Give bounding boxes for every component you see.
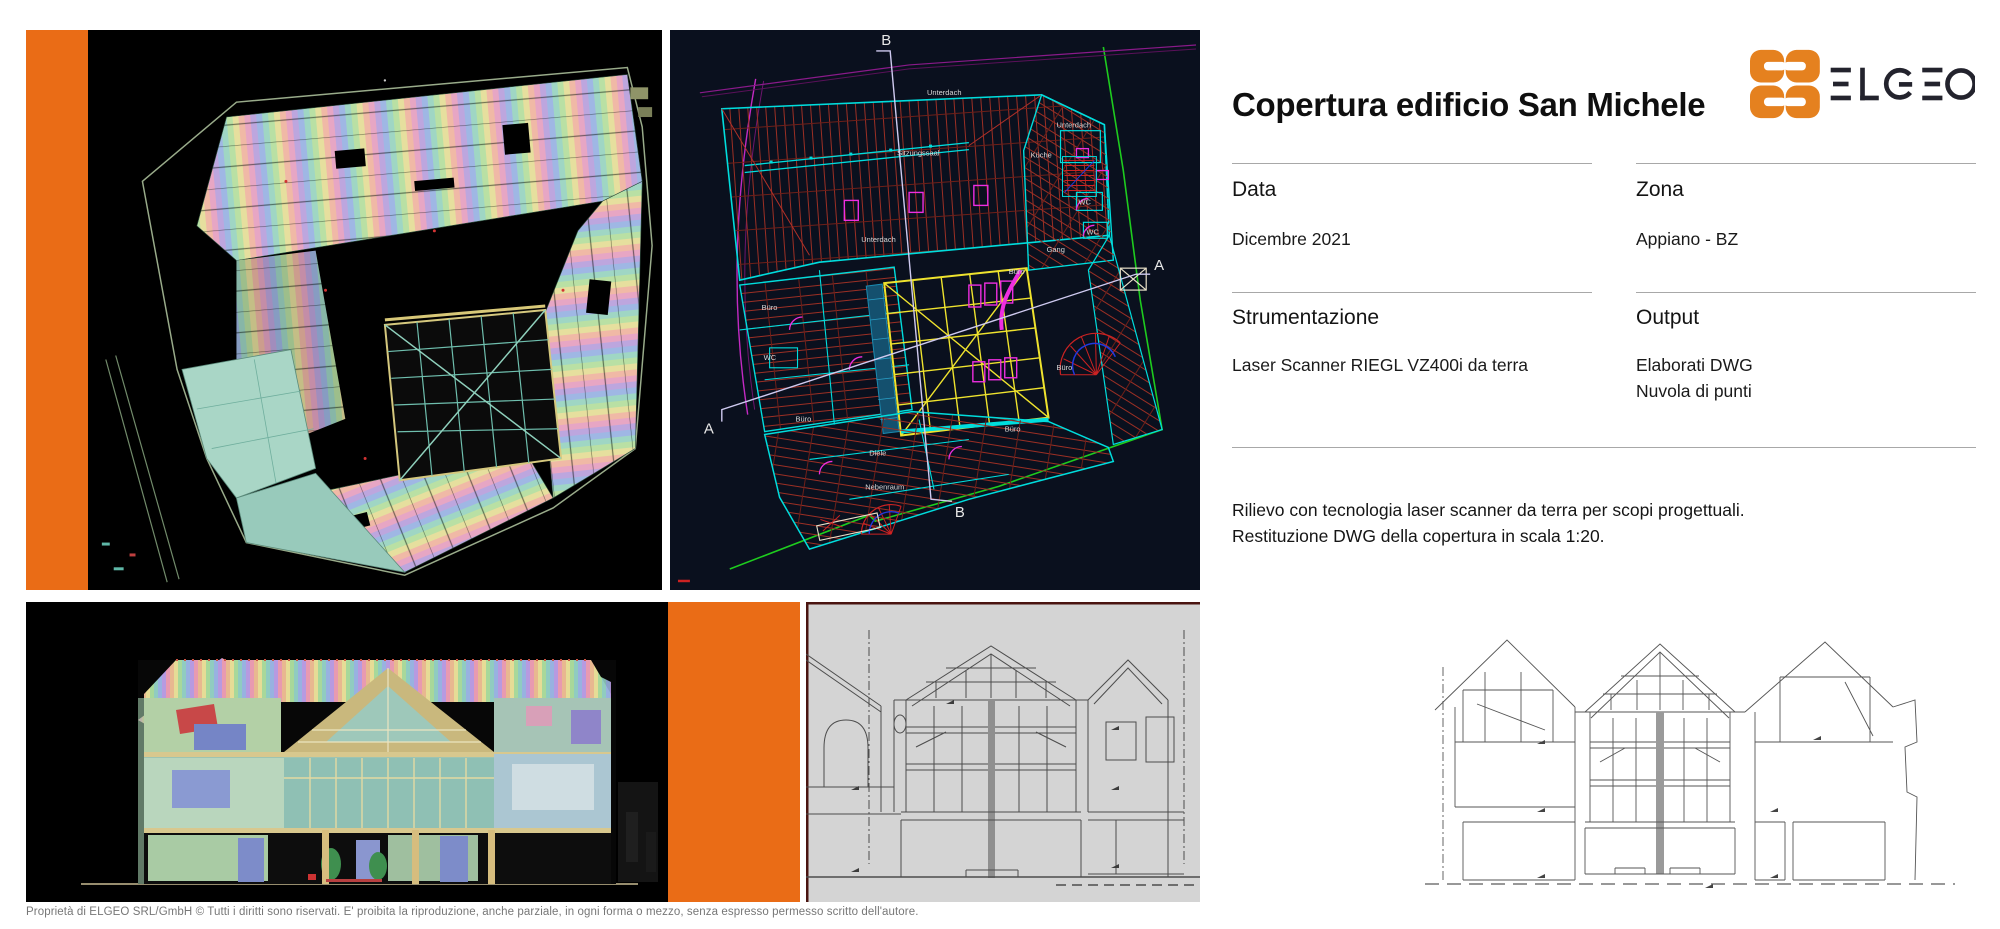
logo-wordmark [1831,68,1975,101]
room-label: Unterdach [861,235,895,244]
divider-output [1636,292,1976,293]
output-value-line1: Elaborati DWG [1636,352,1753,378]
section-marker-a-right: A [1154,257,1164,274]
section-marker-b-top: B [881,32,891,49]
logo-mark-icon [1750,50,1820,118]
pointcloud-section-svg [26,602,668,902]
zona-value: Appiano - BZ [1636,226,1738,252]
building-section [138,658,616,884]
dwg-roof-plan-svg: B B A A Unterdach Sitzungssaal Unterdach… [670,30,1200,590]
strumentazione-label: Strumentazione [1232,306,1379,330]
page-title: Copertura edificio San Michele [1232,86,1705,124]
room-label: Büro [1057,363,1073,372]
panel-border-left [806,602,809,902]
room-label: Küche [1031,151,1052,160]
room-label: Unterdach [1057,121,1091,130]
accent-bar-top-left [26,30,88,590]
strumentazione-value: Laser Scanner RIEGL VZ400i da terra [1232,352,1528,378]
courtyard-skylight [385,306,561,480]
data-value: Dicembre 2021 [1232,226,1351,252]
divider-zona [1636,163,1976,164]
room-label: Nebenraum [865,482,904,491]
output-label: Output [1636,306,1699,330]
dwg-section-gray-image [806,602,1200,902]
page: { "header": { "title": "Copertura edific… [0,0,2000,929]
room-label: Unterdach [927,88,961,97]
dwg-section-white-svg [1425,612,1960,918]
copyright-text: Proprietà di ELGEO SRL/GmbH © Tutti i di… [26,906,919,918]
panel-border-top [806,602,1200,605]
room-label: Büro [796,415,812,424]
accent-bar-bottom [668,602,800,902]
output-value-line2: Nuvola di punti [1636,378,1752,404]
section-marker-b-bottom: B [955,504,965,521]
room-label: Büro [762,303,778,312]
pointcloud-roof-svg [88,30,662,590]
room-label: Sitzungssaal [897,149,940,158]
description-line2: Restituzione DWG della copertura in scal… [1232,526,1605,547]
dwg-roof-plan-image: B B A A Unterdach Sitzungssaal Unterdach… [670,30,1200,590]
divider-strumentazione [1232,292,1592,293]
room-label: WC [1078,197,1091,206]
data-label: Data [1232,178,1276,202]
pointcloud-roof-image [88,30,662,590]
zona-label: Zona [1636,178,1684,202]
dwg-section-gray-svg [806,602,1200,902]
room-label: WC [764,353,777,362]
divider-full [1232,447,1976,448]
section-marker-a-left: A [704,421,714,438]
divider-data [1232,163,1592,164]
room-label: Diele [869,448,886,457]
room-label: WC [1086,227,1099,236]
street-debris [618,782,658,882]
description-line1: Rilievo con tecnologia laser scanner da … [1232,500,1745,521]
room-label: Büro [1009,267,1025,276]
dwg-section-white-image [1425,612,1960,918]
pointcloud-section-image [26,602,668,902]
room-label: Büro [1005,425,1021,434]
room-label: Gang [1047,245,1065,254]
elgeo-logo-svg [1750,48,1975,120]
section-drawing-white [1425,640,1955,888]
brand-logo [1750,48,1975,125]
